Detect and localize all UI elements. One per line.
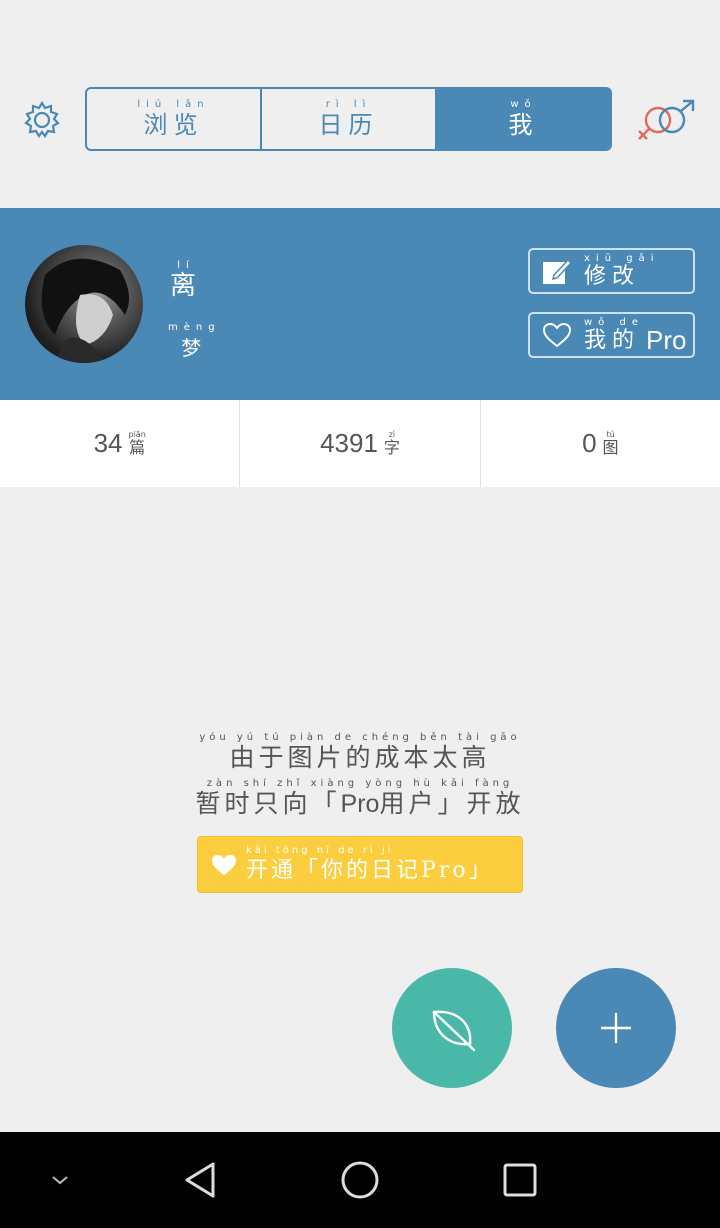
stat-images-unit-text: 图 <box>602 438 619 457</box>
pro-notice-line2-pinyin: zàn shí zhǐ xiàng yòng hù kāi fàng <box>206 778 514 789</box>
back-triangle-icon <box>185 1162 215 1198</box>
profile-header: lí 离 mèng 梦 xiū gǎi 修改 wǒ de 我的 Pro <box>0 208 720 400</box>
main-tabs: liú lǎn 浏览 rì lì 日历 wǒ 我 <box>85 87 612 151</box>
my-pro-suffix: Pro <box>645 324 687 355</box>
tab-browse-pinyin: liú lǎn <box>137 99 210 110</box>
edit-profile-button[interactable]: xiū gǎi 修改 <box>528 248 695 294</box>
edit-profile-text: 修改 <box>584 264 641 289</box>
leaf-icon <box>432 1010 476 1052</box>
nav-collapse-button[interactable] <box>40 1132 80 1228</box>
my-pro-button[interactable]: wǒ de 我的 Pro <box>528 312 695 358</box>
upgrade-pro-text: 开通「你的日记Pro」 <box>246 857 494 883</box>
nav-recents-button[interactable] <box>490 1132 550 1228</box>
tab-browse[interactable]: liú lǎn 浏览 <box>87 89 260 149</box>
pro-notice-line1-text: 由于图片的成本太高 <box>229 743 491 772</box>
stat-images-unit: tú 图 <box>603 430 619 457</box>
leaf-fab-button[interactable] <box>392 968 512 1088</box>
stat-images[interactable]: 0 tú 图 <box>479 400 720 487</box>
my-pro-label: wǒ de 我的 <box>584 317 644 353</box>
heart-filled-icon <box>212 854 236 875</box>
heart-outline-icon <box>542 322 572 348</box>
tab-me-pinyin: wǒ <box>510 99 537 110</box>
tab-calendar[interactable]: rì lì 日历 <box>260 89 435 149</box>
edit-icon <box>543 258 572 284</box>
upgrade-pro-pinyin: kāi tōng nǐ de rì jì <box>246 844 394 856</box>
pro-notice-line2-post: 用户」开放 <box>379 789 525 818</box>
stat-words-unit-text: 字 <box>383 438 400 457</box>
pro-notice-line2-text: 暂时只向「Pro用户」开放 <box>0 789 720 819</box>
stat-words-unit: zì 字 <box>384 430 400 457</box>
tab-me-label: 我 <box>508 111 539 139</box>
stat-words-value: 4391 <box>320 428 378 458</box>
avatar[interactable] <box>25 245 143 363</box>
nav-home-button[interactable] <box>330 1132 390 1228</box>
username-secondary-pinyin: mèng <box>168 322 221 333</box>
home-circle-icon <box>341 1161 379 1199</box>
pro-notice-line2-pro: Pro <box>340 790 380 818</box>
username: lí 离 <box>170 260 202 300</box>
chevron-down-icon <box>52 1176 68 1185</box>
upgrade-pro-button[interactable]: kāi tōng nǐ de rì jì 开通「你的日记Pro」 <box>197 836 523 893</box>
stat-entries-value: 34 <box>93 428 123 458</box>
settings-gear-icon[interactable] <box>22 100 62 140</box>
gender-switch-icon[interactable] <box>636 98 698 142</box>
tab-me[interactable]: wǒ 我 <box>435 89 610 149</box>
avatar-image <box>41 258 129 363</box>
top-bar: liú lǎn 浏览 rì lì 日历 wǒ 我 <box>0 0 720 208</box>
recents-square-icon <box>503 1163 537 1197</box>
pro-notice-line2: zàn shí zhǐ xiàng yòng hù kāi fàng 暂时只向「… <box>0 778 720 818</box>
username-secondary-text: 梦 <box>181 336 208 360</box>
stat-entries-unit: piān 篇 <box>128 430 145 457</box>
plus-icon <box>601 1013 631 1043</box>
username-secondary: mèng 梦 <box>168 322 221 362</box>
stat-entries-unit-text: 篇 <box>129 438 146 457</box>
my-pro-text: 我的 <box>584 328 641 353</box>
nav-back-button[interactable] <box>170 1132 230 1228</box>
pro-notice-line1: yóu yú tú piàn de chéng běn tài gāo 由于图片… <box>0 732 720 772</box>
tab-calendar-label: 日历 <box>318 111 379 139</box>
pro-notice-line2-pre: 暂时只向「 <box>195 789 341 818</box>
add-entry-fab-button[interactable] <box>556 968 676 1088</box>
username-text: 离 <box>170 271 203 301</box>
upgrade-pro-label: kāi tōng nǐ de rì jì 开通「你的日记Pro」 <box>246 845 494 885</box>
tab-calendar-pinyin: rì lì <box>325 99 372 110</box>
stat-images-value: 0 <box>582 428 597 458</box>
stat-words[interactable]: 4391 zì 字 <box>239 400 479 487</box>
edit-profile-label: xiū gǎi 修改 <box>584 253 659 289</box>
system-nav-bar <box>0 1132 720 1228</box>
stats-bar: 34 piān 篇 4391 zì 字 0 tú 图 <box>0 400 720 487</box>
tab-browse-label: 浏览 <box>143 111 204 139</box>
stat-entries[interactable]: 34 piān 篇 <box>0 400 239 487</box>
